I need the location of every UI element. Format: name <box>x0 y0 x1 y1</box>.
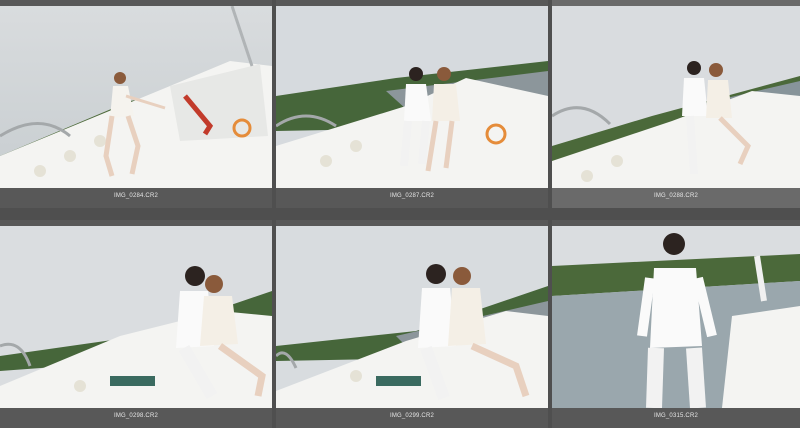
thumbnail-cell[interactable]: IMG_0298.CR2 <box>0 220 272 428</box>
thumbnail-cell-selected[interactable]: IMG_0288.CR2 <box>552 0 800 208</box>
photo-thumbnail[interactable] <box>552 6 800 188</box>
thumbnail-filename: IMG_0284.CR2 <box>113 193 159 199</box>
thumbnail-filename: IMG_0299.CR2 <box>389 413 435 419</box>
thumbnail-cell[interactable]: IMG_0299.CR2 <box>276 220 548 428</box>
thumbnail-filename: IMG_0315.CR2 <box>653 413 699 419</box>
thumbnail-filename: IMG_0288.CR2 <box>653 193 699 199</box>
photo-thumbnail[interactable] <box>276 226 548 408</box>
thumbnail-cell[interactable]: IMG_0287.CR2 <box>276 0 548 208</box>
thumbnail-filename: IMG_0298.CR2 <box>113 413 159 419</box>
thumbnail-filename: IMG_0287.CR2 <box>389 193 435 199</box>
photo-thumbnail[interactable] <box>0 226 272 408</box>
photo-thumbnail[interactable] <box>0 6 272 188</box>
thumbnail-cell[interactable]: IMG_0315.CR2 <box>552 220 800 428</box>
photo-thumbnail[interactable] <box>276 6 548 188</box>
photo-thumbnail[interactable] <box>552 226 800 408</box>
thumbnail-cell[interactable]: IMG_0284.CR2 <box>0 0 272 208</box>
thumbnail-grid: IMG_0284.CR2 IMG_0287.CR2 IMG_0288.CR2 I… <box>0 0 800 428</box>
